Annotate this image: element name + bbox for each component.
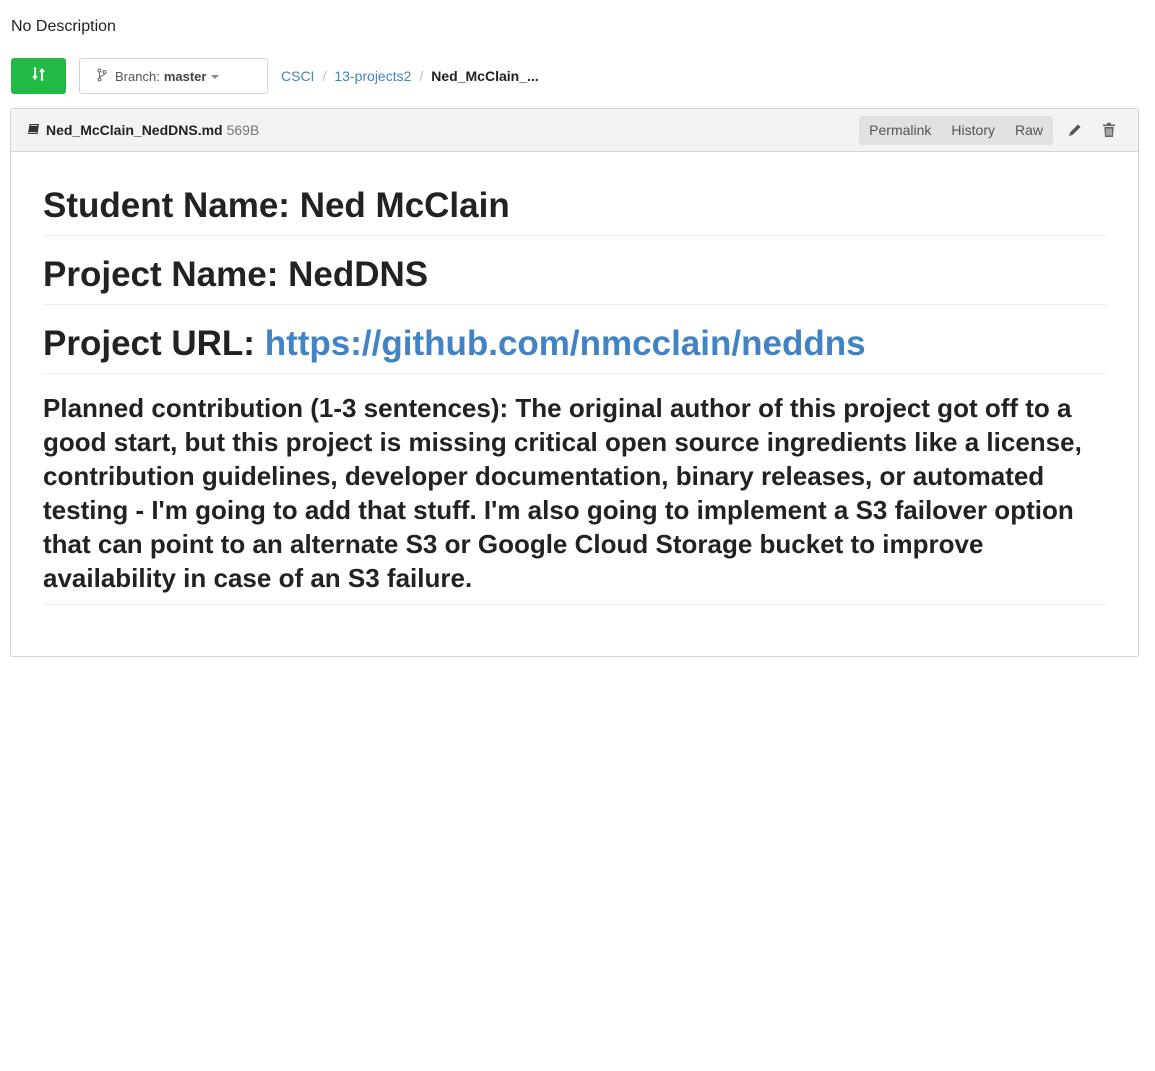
book-icon <box>27 122 40 138</box>
chevron-down-icon <box>211 74 220 79</box>
breadcrumb-separator: / <box>419 68 424 84</box>
student-name-heading: Student Name: Ned McClain <box>43 184 1107 236</box>
pencil-icon[interactable] <box>1067 122 1083 138</box>
page: No Description Branch: master CSCI / 13-… <box>0 0 1155 1071</box>
file-header: Ned_McClain_NedDNS.md 569B Permalink His… <box>11 109 1138 152</box>
repo-description: No Description <box>11 18 116 35</box>
project-url-link[interactable]: https://github.com/nmcclain/neddns <box>265 324 866 363</box>
history-button[interactable]: History <box>941 116 1005 145</box>
branch-dropdown[interactable]: Branch: master <box>79 58 268 94</box>
compare-button[interactable] <box>11 58 66 94</box>
compare-arrows-icon <box>31 66 47 87</box>
permalink-button[interactable]: Permalink <box>859 116 941 145</box>
trash-icon[interactable] <box>1102 122 1118 138</box>
branch-name: master <box>163 68 207 84</box>
breadcrumb-separator: / <box>322 68 327 84</box>
breadcrumb-link-csci[interactable]: CSCI <box>281 68 314 84</box>
project-url-label: Project URL: <box>43 324 265 363</box>
raw-button[interactable]: Raw <box>1005 116 1053 145</box>
breadcrumb-link-projects[interactable]: 13-projects2 <box>334 68 411 84</box>
file-viewer: Ned_McClain_NedDNS.md 569B Permalink His… <box>10 108 1139 657</box>
breadcrumb-current: Ned_McClain_... <box>431 68 539 84</box>
file-info: Ned_McClain_NedDNS.md 569B <box>27 122 259 138</box>
toolbar: Branch: master CSCI / 13-projects2 / Ned… <box>11 58 539 94</box>
file-size: 569B <box>226 122 260 138</box>
project-url-heading: Project URL: https://github.com/nmcclain… <box>43 322 1107 374</box>
project-name-heading: Project Name: NedDNS <box>43 253 1107 305</box>
planned-contribution-heading: Planned contribution (1-3 sentences): Th… <box>43 391 1107 605</box>
file-actions: Permalink History Raw <box>859 116 1053 145</box>
branch-icon <box>97 68 107 85</box>
breadcrumb: CSCI / 13-projects2 / Ned_McClain_... <box>281 68 539 84</box>
file-name: Ned_McClain_NedDNS.md <box>46 122 223 138</box>
markdown-content: Student Name: Ned McClain Project Name: … <box>43 184 1107 605</box>
branch-label: Branch: <box>115 68 160 84</box>
